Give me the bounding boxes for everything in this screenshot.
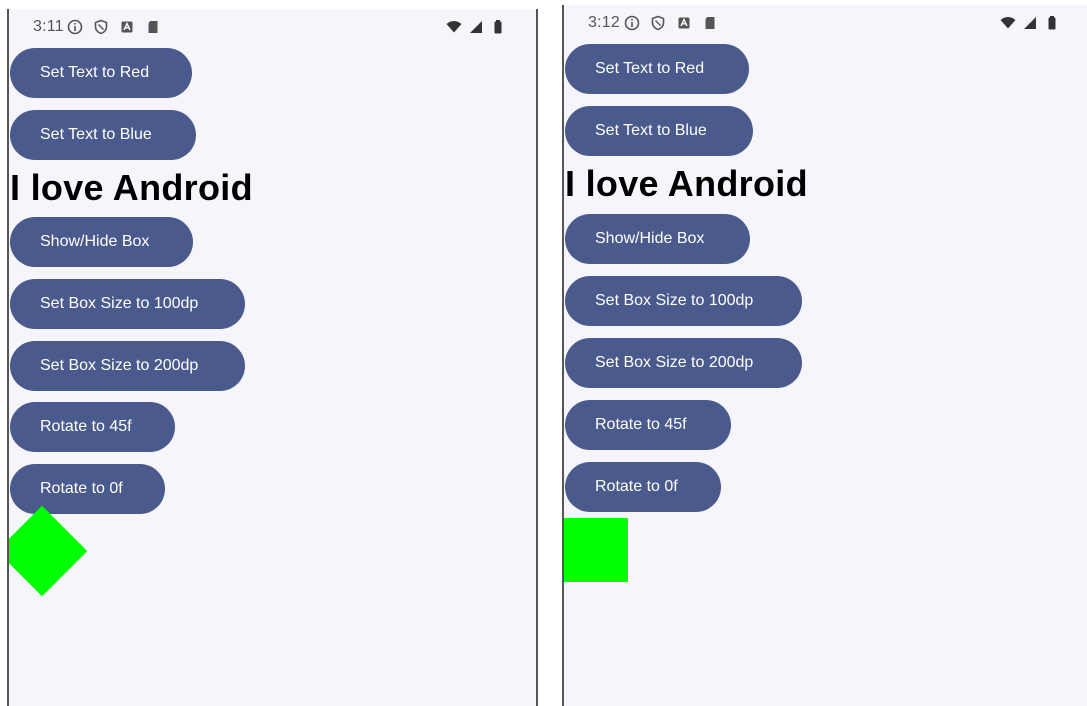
- set-box-size-100-button[interactable]: Set Box Size to 100dp: [10, 279, 245, 329]
- wifi-icon: [446, 19, 462, 35]
- set-text-red-button[interactable]: Set Text to Red: [565, 44, 749, 94]
- status-icons-right: [446, 19, 506, 35]
- info-icon: [624, 15, 640, 31]
- set-text-blue-button[interactable]: Set Text to Blue: [10, 110, 196, 160]
- a-icon: [676, 15, 692, 31]
- headline-text: I love Android: [10, 167, 253, 208]
- wifi-icon: [1000, 15, 1016, 31]
- status-icons-right: [1000, 15, 1060, 31]
- set-box-size-200-button[interactable]: Set Box Size to 200dp: [565, 338, 802, 388]
- headline-text: I love Android: [565, 163, 808, 204]
- shield-icon: [93, 19, 109, 35]
- set-box-size-200-button[interactable]: Set Box Size to 200dp: [10, 341, 245, 391]
- status-time: 3:11: [33, 18, 64, 35]
- left-phone-screen: 3:11 Set Text to Red Set Text to Blue I …: [7, 9, 538, 706]
- green-box: [9, 505, 88, 597]
- status-time: 3:12: [588, 14, 620, 31]
- status-bar: 3:12: [564, 5, 1087, 39]
- show-hide-box-button[interactable]: Show/Hide Box: [565, 214, 750, 264]
- right-phone-screen: 3:12 Set Text to Red Set Text to Blue I …: [562, 5, 1087, 706]
- set-text-red-button[interactable]: Set Text to Red: [10, 48, 192, 98]
- rotate-45-button[interactable]: Rotate to 45f: [565, 400, 731, 450]
- battery-icon: [1044, 15, 1060, 31]
- show-hide-box-button[interactable]: Show/Hide Box: [10, 217, 193, 267]
- status-icons-left: [67, 19, 161, 35]
- rotate-0-button[interactable]: Rotate to 0f: [565, 462, 721, 512]
- battery-icon: [490, 19, 506, 35]
- shield-icon: [650, 15, 666, 31]
- signal-icon: [1022, 15, 1038, 31]
- rotate-45-button[interactable]: Rotate to 45f: [10, 402, 175, 452]
- rotate-0-button[interactable]: Rotate to 0f: [10, 464, 165, 514]
- status-bar: 3:11: [9, 9, 538, 43]
- status-icons-left: [624, 15, 718, 31]
- sd-card-icon: [145, 19, 161, 35]
- a-icon: [119, 19, 135, 35]
- green-box: [564, 518, 628, 582]
- set-text-blue-button[interactable]: Set Text to Blue: [565, 106, 753, 156]
- info-icon: [67, 19, 83, 35]
- set-box-size-100-button[interactable]: Set Box Size to 100dp: [565, 276, 802, 326]
- sd-card-icon: [702, 15, 718, 31]
- signal-icon: [468, 19, 484, 35]
